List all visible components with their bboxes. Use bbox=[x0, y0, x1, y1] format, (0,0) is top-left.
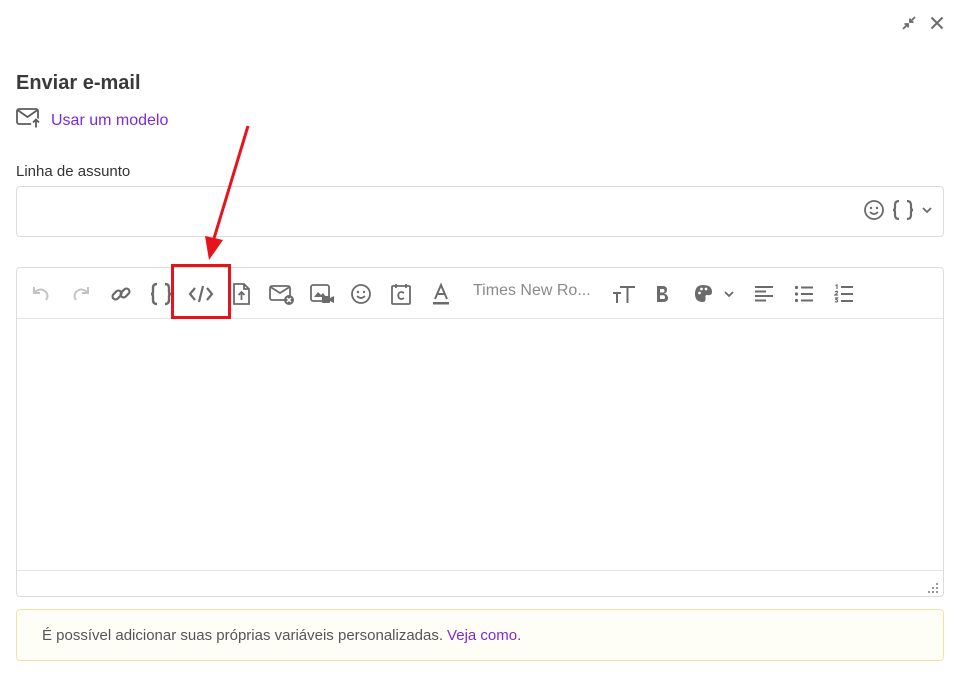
see-how-link[interactable]: Veja como. bbox=[447, 627, 521, 644]
window-controls bbox=[900, 14, 946, 32]
close-icon[interactable] bbox=[928, 14, 946, 32]
calendar-icon[interactable] bbox=[389, 281, 413, 307]
bold-icon[interactable] bbox=[652, 281, 672, 307]
html-source-icon[interactable] bbox=[186, 281, 216, 307]
video-icon[interactable] bbox=[308, 281, 336, 307]
palette-icon bbox=[695, 285, 712, 302]
palette-dropdown[interactable] bbox=[690, 281, 738, 307]
subject-label: Linha de assunto bbox=[16, 163, 131, 180]
link-icon[interactable] bbox=[109, 281, 133, 307]
undo-icon[interactable] bbox=[29, 281, 53, 307]
envelope-upload-icon bbox=[16, 107, 42, 134]
font-size-icon[interactable] bbox=[611, 281, 637, 307]
use-template-label: Usar um modelo bbox=[51, 111, 169, 129]
dialog-title: Enviar e-mail bbox=[16, 72, 141, 94]
attachment-icon[interactable] bbox=[229, 281, 253, 307]
custom-variables-notice: É possível adicionar suas próprias variá… bbox=[16, 609, 944, 661]
subject-field bbox=[16, 186, 944, 237]
emoji-icon[interactable] bbox=[863, 199, 885, 221]
subject-input[interactable] bbox=[17, 187, 847, 236]
chevron-down-icon bbox=[724, 291, 734, 298]
chevron-down-icon[interactable] bbox=[921, 205, 933, 215]
variable-icon[interactable] bbox=[148, 281, 174, 307]
variable-icon[interactable] bbox=[891, 199, 915, 221]
use-template-link[interactable]: Usar um modelo bbox=[16, 107, 168, 134]
editor-toolbar: Times New Ro... bbox=[17, 268, 943, 319]
numbered-list-icon[interactable] bbox=[833, 281, 855, 307]
notice-text: É possível adicionar suas próprias variá… bbox=[42, 626, 444, 644]
font-family-select[interactable]: Times New Ro... bbox=[473, 282, 591, 300]
email-editor: Times New Ro... bbox=[16, 267, 944, 597]
resize-handle-icon[interactable] bbox=[927, 581, 939, 593]
editor-body[interactable] bbox=[17, 319, 943, 570]
bullet-list-icon[interactable] bbox=[793, 281, 815, 307]
emoji-icon[interactable] bbox=[349, 281, 373, 307]
minimize-icon[interactable] bbox=[900, 14, 918, 32]
editor-statusbar bbox=[17, 570, 943, 596]
align-left-icon[interactable] bbox=[753, 281, 775, 307]
redo-icon[interactable] bbox=[69, 281, 93, 307]
unsubscribe-icon[interactable] bbox=[267, 281, 297, 307]
subject-tools bbox=[863, 199, 933, 221]
font-color-icon[interactable] bbox=[430, 281, 452, 307]
